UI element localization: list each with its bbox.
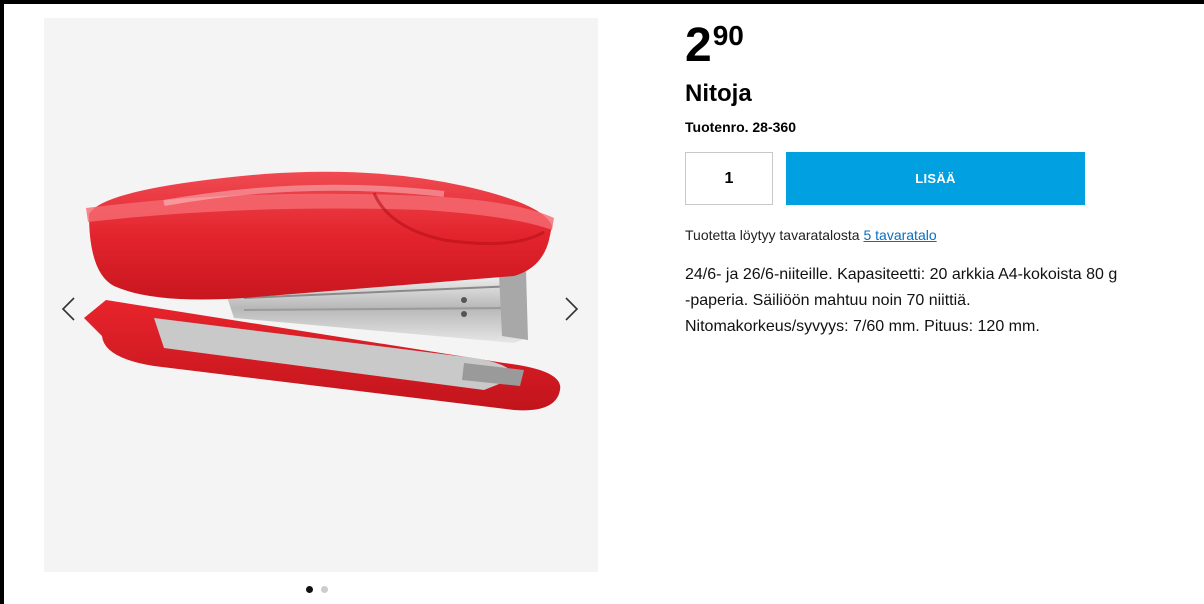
- description-line: Nitomakorkeus/syvyys: 7/60 mm. Pituus: 1…: [685, 318, 1040, 335]
- quantity-input[interactable]: [685, 152, 773, 205]
- product-title: Nitoja: [685, 80, 752, 107]
- gallery-dot-2[interactable]: [321, 586, 328, 593]
- product-page: 290 Nitoja Tuotenro. 28-360 LISÄÄ Tuotet…: [4, 4, 1204, 604]
- availability-stores-link[interactable]: 5 tavaratalo: [863, 227, 936, 243]
- price-decimal: 90: [712, 20, 744, 51]
- product-gallery: [44, 18, 598, 572]
- availability-text: Tuotetta löytyy tavaratalosta: [685, 227, 864, 243]
- product-price: 290: [685, 18, 744, 74]
- gallery-dot-1[interactable]: [306, 586, 313, 593]
- gallery-prev-button[interactable]: [54, 294, 84, 324]
- add-to-cart-button[interactable]: LISÄÄ: [786, 152, 1085, 205]
- description-line: 24/6- ja 26/6-niiteille. Kapasiteetti: 2…: [685, 266, 1118, 283]
- gallery-next-button[interactable]: [556, 294, 586, 324]
- product-number: Tuotenro. 28-360: [685, 119, 796, 135]
- product-description: 24/6- ja 26/6-niiteille. Kapasiteetti: 2…: [685, 262, 1204, 340]
- description-line: -paperia. Säiliöön mahtuu noin 70 niitti…: [685, 292, 971, 309]
- chevron-left-icon: [61, 297, 75, 321]
- price-integer: 2: [685, 19, 712, 72]
- store-availability: Tuotetta löytyy tavaratalosta 5 tavarata…: [685, 227, 937, 243]
- gallery-pagination: [306, 586, 328, 594]
- chevron-right-icon: [565, 297, 579, 321]
- product-image-stapler: [84, 171, 561, 411]
